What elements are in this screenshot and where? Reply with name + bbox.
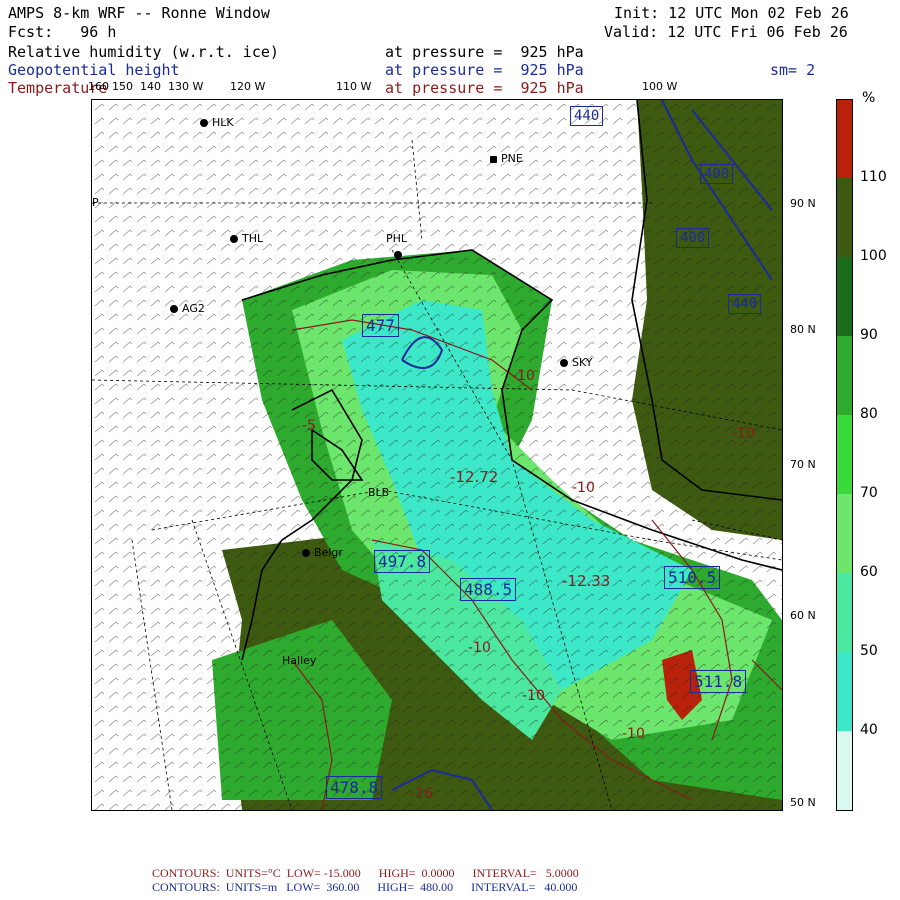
legend-swatch [837,652,852,731]
legend-swatch [837,257,852,336]
height-label: 440 [570,106,604,126]
map-title: AMPS 8-km WRF -- Ronne Window [8,4,270,22]
temp-label: -10 [622,726,645,742]
legend-unit: % [862,90,876,106]
station-phl: PHL [386,232,408,245]
temp-label: -10 [572,480,595,496]
legend-swatch [837,415,852,494]
lon-label: 140 [140,80,161,93]
temp-label: -10 [732,426,755,442]
map-panel: HLK PNE THL PHL AG2 SKY BLB Belgr Halley… [91,99,783,811]
lon-label: 120 W [230,80,266,93]
legend-tick: 80 [860,406,878,422]
temp-label: -5 [302,418,316,434]
temp-label: -10 [522,688,545,704]
station-blb: BLB [368,486,390,499]
temp-low-label: -12.33 [562,572,611,590]
wind-barbs [92,100,782,810]
height-low-box: 488.5 [460,578,517,601]
legend-tick: 60 [860,564,878,580]
lon-label: 150 [112,80,133,93]
temp-label: -10 [468,640,491,656]
legend-tick: 110 [860,169,887,185]
pressure-rh: at pressure = 925 hPa [385,43,584,61]
lat-label: 90 N [790,197,816,210]
legend-tick: 50 [860,643,878,659]
station-thl: THL [230,232,263,245]
height-label: 400 [676,228,710,248]
forecast-hour: Fcst: 96 h [8,23,117,41]
station-phl-dot [394,248,406,261]
height-label: 440 [728,294,762,314]
field-height-label: Geopotential height [8,61,180,79]
legend-swatch [837,336,852,415]
smoothing-label: sm= 2 [770,61,816,79]
temp-contour-info: CONTOURS: UNITS=°C LOW= -15.000 HIGH= 0.… [152,866,579,880]
lon-label: 130 W [168,80,204,93]
lat-label: 80 N [790,323,816,336]
legend-swatch [837,731,852,810]
height-high-box: 510.5 [664,566,721,589]
pole-label: P [92,196,99,209]
legend-tick: 100 [860,248,887,264]
height-low-box: 478.8 [326,776,383,799]
height-label: 400 [700,164,734,184]
height-contour-info: CONTOURS: UNITS=m LOW= 360.00 HIGH= 480.… [152,880,578,894]
legend-tick: 40 [860,722,878,738]
legend-tick: 70 [860,485,878,501]
height-high-box: 497.8 [374,550,431,573]
temp-high-label: -12.72 [450,468,499,486]
station-ag2: AG2 [170,302,205,315]
station-belgr: Belgr [302,546,343,559]
valid-time: Valid: 12 UTC Fri 06 Feb 26 [604,23,848,41]
pressure-temp: at pressure = 925 hPa [385,79,584,97]
lon-label: 100 W [642,80,678,93]
station-hlk: HLK [200,116,234,129]
pressure-height: at pressure = 925 hPa [385,61,584,79]
temp-label: -10 [512,368,535,384]
height-high-box: 511.8 [690,670,747,693]
color-legend [836,99,853,811]
lon-label: 160 [88,80,109,93]
lat-label: 50 N [790,796,816,809]
station-halley: Halley [282,654,317,667]
legend-swatch [837,573,852,652]
lat-label: 60 N [790,609,816,622]
legend-swatch [837,100,852,178]
station-pne: PNE [490,152,523,165]
lon-label: 110 W [336,80,372,93]
init-time: Init: 12 UTC Mon 02 Feb 26 [614,4,849,22]
field-rh-label: Relative humidity (w.r.t. ice) [8,43,279,61]
legend-swatch [837,178,852,257]
temp-label: -16 [410,786,433,802]
height-low-box: 477 [362,314,399,337]
legend-tick: 90 [860,327,878,343]
map-canvas [92,100,782,810]
legend-swatch [837,494,852,573]
station-sky: SKY [560,356,593,369]
lat-label: 70 N [790,458,816,471]
